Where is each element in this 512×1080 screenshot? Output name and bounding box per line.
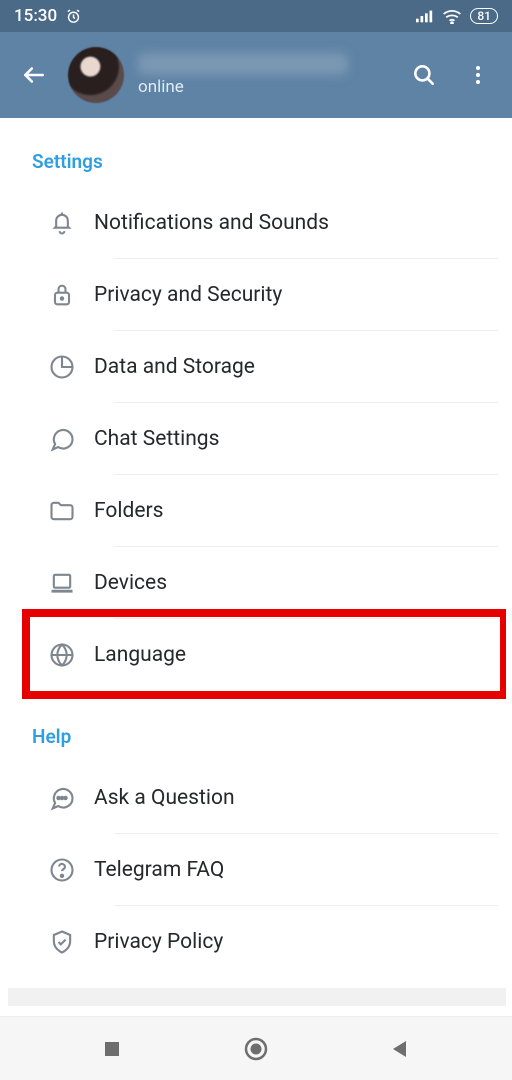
- item-label: Chat Settings: [94, 427, 498, 451]
- android-nav-bar: [0, 1016, 512, 1080]
- settings-item[interactable]: Privacy and Security: [26, 259, 498, 331]
- shield-check-icon: [30, 928, 94, 956]
- bell-icon: [30, 209, 94, 237]
- search-button[interactable]: [404, 55, 444, 95]
- back-button[interactable]: [14, 55, 54, 95]
- settings-item[interactable]: Chat Settings: [26, 403, 498, 475]
- globe-icon: [30, 641, 94, 669]
- profile-status: online: [138, 77, 348, 97]
- chat-dots-icon: [30, 784, 94, 812]
- status-left: 15:30: [14, 6, 82, 26]
- pie-chart-icon: [30, 353, 94, 381]
- settings-item[interactable]: Telegram FAQ: [26, 834, 498, 906]
- folder-icon: [30, 497, 94, 525]
- question-icon: [30, 856, 94, 884]
- status-time: 15:30: [14, 6, 57, 26]
- settings-item[interactable]: Privacy Policy: [26, 906, 498, 978]
- settings-item[interactable]: Devices: [26, 547, 498, 619]
- settings-item[interactable]: Folders: [26, 475, 498, 547]
- lock-icon: [30, 281, 94, 309]
- item-label: Data and Storage: [94, 355, 498, 379]
- nav-home-button[interactable]: [238, 1031, 274, 1067]
- item-label: Telegram FAQ: [94, 858, 498, 882]
- section-title-help: Help: [26, 715, 498, 762]
- content: Settings Notifications and Sounds Privacy…: [0, 118, 512, 1016]
- nav-back-button[interactable]: [382, 1031, 418, 1067]
- status-right: 81: [416, 8, 498, 24]
- more-button[interactable]: [458, 55, 498, 95]
- item-label: Devices: [94, 571, 498, 595]
- chat-bubble-icon: [30, 425, 94, 453]
- settings-item[interactable]: Language: [26, 619, 498, 691]
- section-title-settings: Settings: [26, 140, 498, 187]
- battery-indicator: 81: [470, 8, 498, 24]
- screen: 15:30 81: [0, 0, 512, 1080]
- item-label: Language: [94, 643, 498, 667]
- settings-item[interactable]: Data and Storage: [26, 331, 498, 403]
- settings-item[interactable]: Notifications and Sounds: [26, 187, 498, 259]
- profile-name-blurred: [138, 53, 348, 75]
- alarm-icon: [65, 8, 82, 25]
- item-label: Ask a Question: [94, 786, 498, 810]
- avatar[interactable]: [68, 47, 124, 103]
- signal-icon: [416, 9, 434, 23]
- settings-item[interactable]: Ask a Question: [26, 762, 498, 834]
- item-label: Folders: [94, 499, 498, 523]
- profile-info[interactable]: online: [138, 53, 348, 97]
- item-label: Notifications and Sounds: [94, 211, 498, 235]
- wifi-icon: [442, 9, 462, 24]
- bottom-fade: [8, 988, 512, 1006]
- app-bar: online: [0, 32, 512, 118]
- item-label: Privacy Policy: [94, 930, 498, 954]
- nav-recent-button[interactable]: [94, 1031, 130, 1067]
- status-bar: 15:30 81: [0, 0, 512, 32]
- devices-icon: [30, 569, 94, 597]
- item-label: Privacy and Security: [94, 283, 498, 307]
